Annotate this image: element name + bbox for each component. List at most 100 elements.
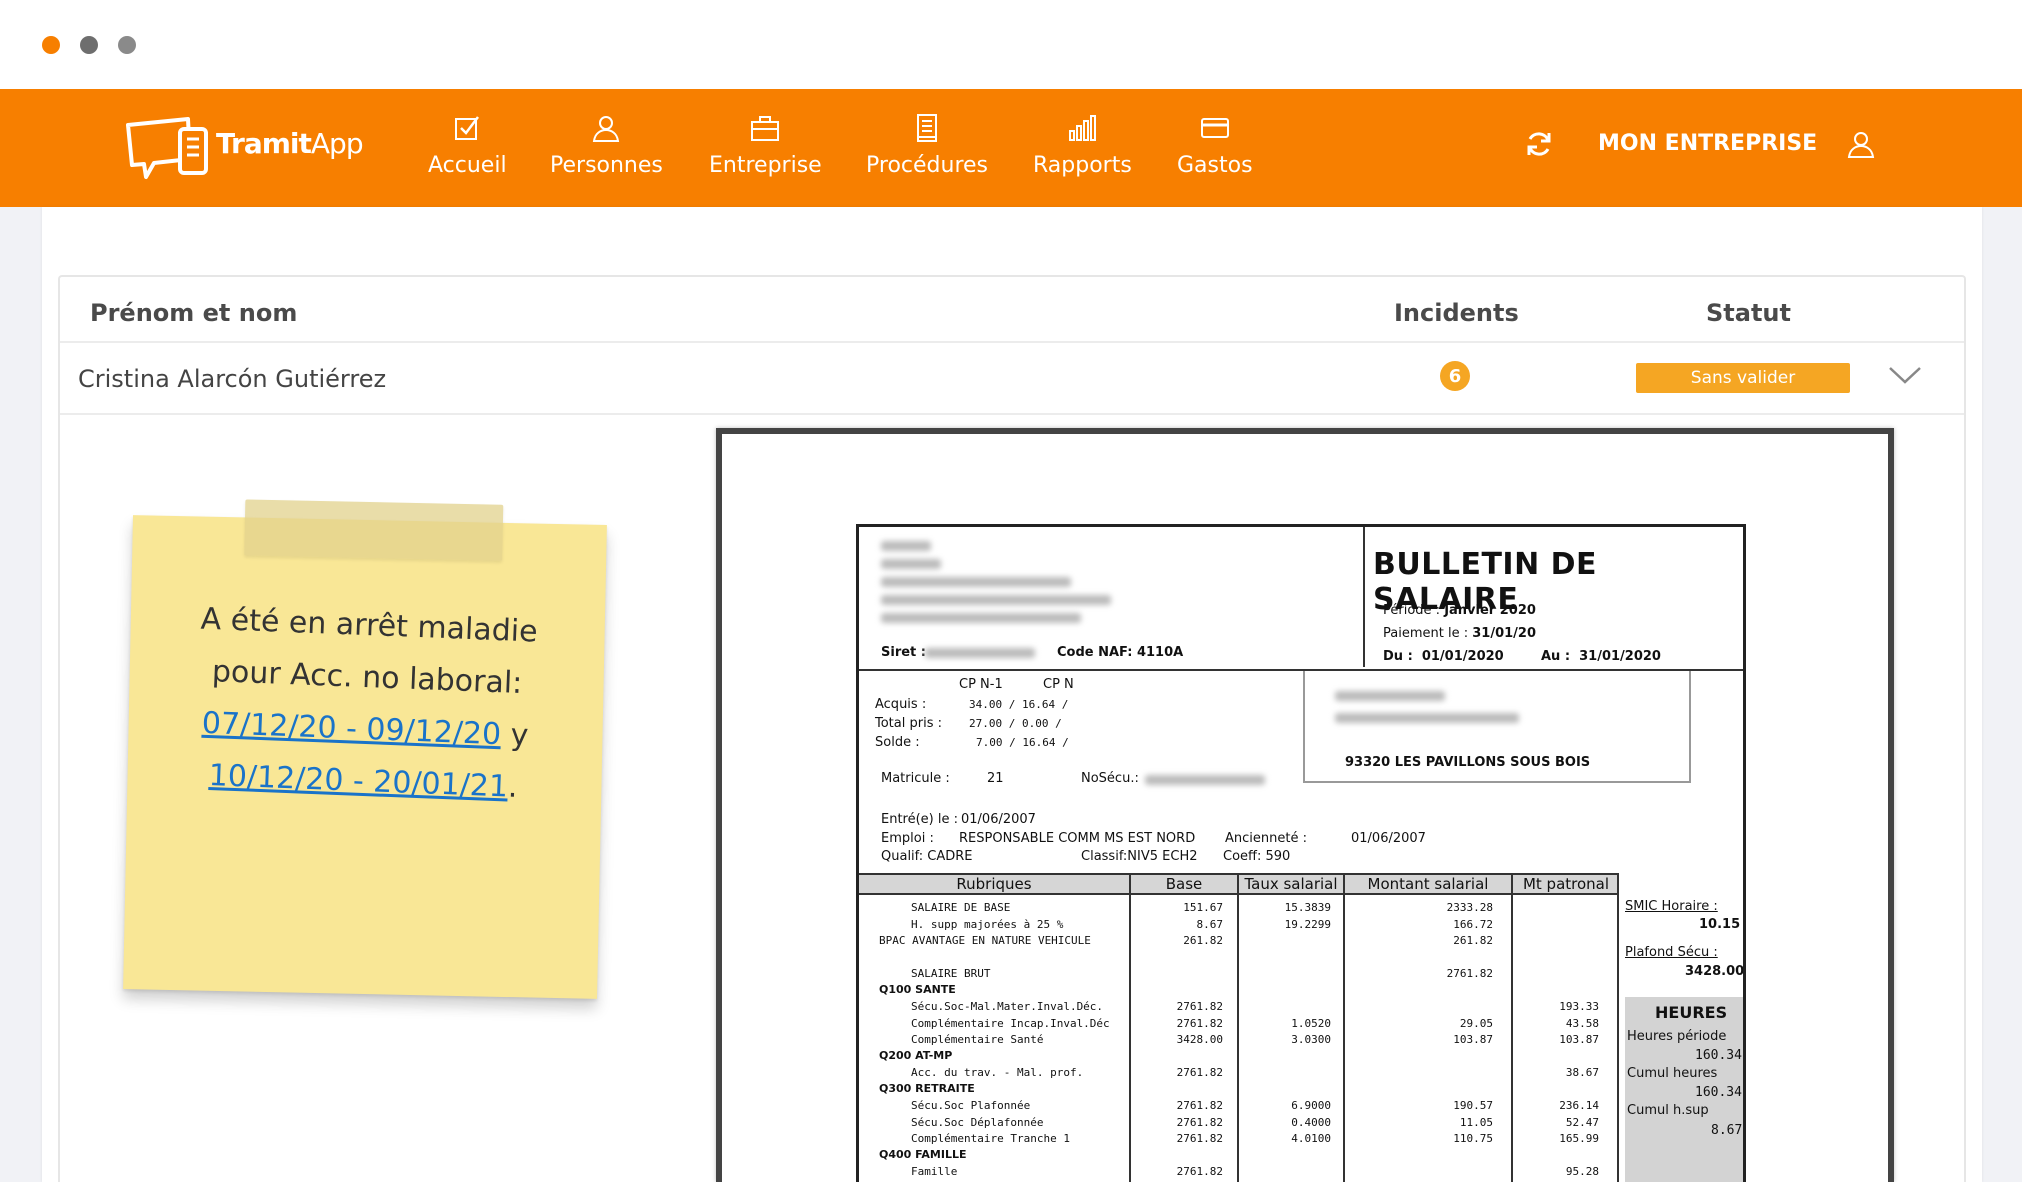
naf-code: Code NAF: 4110A [1057, 645, 1184, 660]
column-header-status[interactable]: Statut [1706, 299, 1791, 327]
payslip-cell-r: Q100 SANTE [879, 982, 956, 996]
nav-label: Gastos [1177, 153, 1253, 178]
redacted-text [1145, 775, 1265, 785]
col-rubriques: Rubriques [859, 875, 1131, 893]
col-patronal: Mt patronal [1522, 875, 1610, 893]
payslip-cell-r: Famille [911, 1165, 958, 1178]
payslip-cell-r: SALAIRE DE BASE [911, 901, 1011, 914]
incidents-count-badge[interactable]: 6 [1440, 361, 1470, 391]
payslip-cell-r: Sécu.Soc Plafonnée [911, 1099, 1031, 1112]
nav-accueil[interactable]: Accueil [428, 113, 507, 178]
redacted-text [881, 559, 941, 569]
nav-gastos[interactable]: Gastos [1177, 113, 1253, 178]
matricule-label: Matricule : [881, 771, 950, 786]
matricule-value: 21 [987, 771, 1004, 786]
payslip-cell-t: 1.0520 [1291, 1016, 1331, 1030]
payslip-cell-m: 103.87 [1453, 1033, 1493, 1046]
date-range-link[interactable]: 07/12/20 - 09/12/20 [201, 706, 501, 752]
checkbox-icon [455, 116, 480, 140]
solde-values: 7.00 / 16.64 / [976, 736, 1069, 749]
cp-n1-header: CP N-1 [959, 677, 1003, 692]
heures-title: HEURES [1655, 1003, 1728, 1022]
divider [1511, 895, 1513, 1182]
payslip-cell-r: Complémentaire Santé [911, 1033, 1044, 1046]
nav-label: Rapports [1033, 153, 1132, 178]
date-range-link[interactable]: 10/12/20 - 20/01/21 [208, 758, 508, 804]
tape [244, 499, 504, 561]
sticky-note-text: A été en arrêt maladie pour Acc. no labo… [125, 591, 607, 817]
payslip-cell-p: 193.33 [1559, 1000, 1599, 1013]
nav-label: Accueil [428, 153, 507, 178]
payslip-cell-b: 151.67 [1183, 901, 1223, 914]
cumul-heures-value: 160.34 [1695, 1085, 1742, 1100]
header-divider [60, 341, 1964, 343]
chevron-down-icon[interactable] [1888, 363, 1922, 387]
document-icon [917, 114, 937, 142]
redacted-text [881, 577, 1071, 587]
payslip-cell-r: H. supp majorées à 25 % [911, 917, 1064, 931]
window-dot-minimize[interactable] [80, 36, 98, 54]
coeff: Coeff: 590 [1223, 849, 1291, 864]
payslip-cell-t: 6.9000 [1291, 1099, 1331, 1112]
siret-label: Siret : [881, 645, 926, 660]
paiement: Paiement le : 31/01/20 [1383, 626, 1537, 641]
payslip-cell-b: 8.67 [1196, 917, 1224, 931]
payslip-cell-b: 3428.00 [1176, 1033, 1223, 1046]
nav-label: Procédures [866, 153, 988, 178]
logo-text: TramitApp [216, 127, 364, 160]
payslip-cell-b: 261.82 [1183, 934, 1223, 947]
payslip-cell-t: 19.2299 [1284, 917, 1331, 931]
column-header-incidents[interactable]: Incidents [1394, 299, 1519, 327]
payslip-cell-m: 190.57 [1453, 1099, 1493, 1112]
periode: Période : Janvier 2020 [1383, 603, 1536, 618]
refresh-button[interactable] [1524, 129, 1554, 159]
payslip-cell-t: 15.3839 [1284, 901, 1331, 914]
status-badge[interactable]: Sans valider [1636, 363, 1850, 393]
note-end: . [507, 769, 519, 805]
employee-name[interactable]: Cristina Alarcón Gutiérrez [78, 365, 386, 393]
total-values: 27.00 / 0.00 / [969, 717, 1062, 730]
nav-label: Entreprise [709, 153, 822, 178]
payslip-cell-r: Sécu.Soc Déplafonnée [911, 1115, 1044, 1129]
nav-entreprise[interactable]: Entreprise [709, 113, 822, 178]
company-menu[interactable]: MON ENTREPRISE [1598, 131, 1817, 156]
window-dot-maximize[interactable] [118, 36, 136, 54]
payslip-cell-b: 2761.82 [1176, 1132, 1223, 1145]
bar-chart-icon [1069, 115, 1097, 141]
payslip-cell-r: Q400 FAMILLE [879, 1147, 967, 1161]
acquis-label: Acquis : [875, 697, 927, 712]
column-header-name[interactable]: Prénom et nom [90, 299, 297, 327]
user-account-button[interactable] [1846, 129, 1876, 159]
payslip-cell-m: 2761.82 [1446, 967, 1493, 980]
emploi-value: RESPONSABLE COMM MS EST NORD [959, 831, 1196, 846]
credit-card-icon [1200, 118, 1229, 138]
redacted-text [881, 613, 1081, 623]
cumul-heures-label: Cumul heures [1627, 1066, 1718, 1081]
window-controls [42, 36, 136, 54]
divider [1617, 873, 1619, 1182]
briefcase-icon [751, 116, 780, 141]
tramitapp-logo[interactable]: TramitApp [124, 115, 364, 185]
period-au: Au : 31/01/2020 [1541, 649, 1661, 664]
payslip-cell-p: 236.14 [1559, 1099, 1599, 1112]
smic-value: 10.15 [1699, 917, 1741, 932]
window-dot-close[interactable] [42, 36, 60, 54]
divider [1237, 895, 1239, 1182]
cumul-hsup-value: 8.67 [1711, 1123, 1743, 1138]
refresh-icon [1527, 132, 1551, 156]
nav-procedures[interactable]: Procédures [866, 113, 988, 178]
payslip-cell-p: 103.87 [1559, 1033, 1599, 1046]
nav-rapports[interactable]: Rapports [1033, 113, 1132, 178]
nosecu-label: NoSécu.: [1081, 771, 1139, 786]
payslip-cell-m: 29.05 [1459, 1016, 1493, 1030]
col-base: Base [1131, 875, 1239, 893]
payslip-cell-t: 4.0100 [1291, 1132, 1331, 1145]
user-icon [1847, 132, 1875, 158]
qualif: Qualif: CADRE [881, 849, 973, 864]
payslip-cell-r: SALAIRE BRUT [911, 967, 991, 980]
plafond-label: Plafond Sécu : [1625, 945, 1718, 960]
payslip-cell-b: 2761.82 [1176, 1115, 1223, 1129]
heures-periode-label: Heures période [1627, 1029, 1727, 1044]
chat-bubble-logo-icon [126, 117, 208, 179]
nav-personnes[interactable]: Personnes [550, 113, 663, 178]
